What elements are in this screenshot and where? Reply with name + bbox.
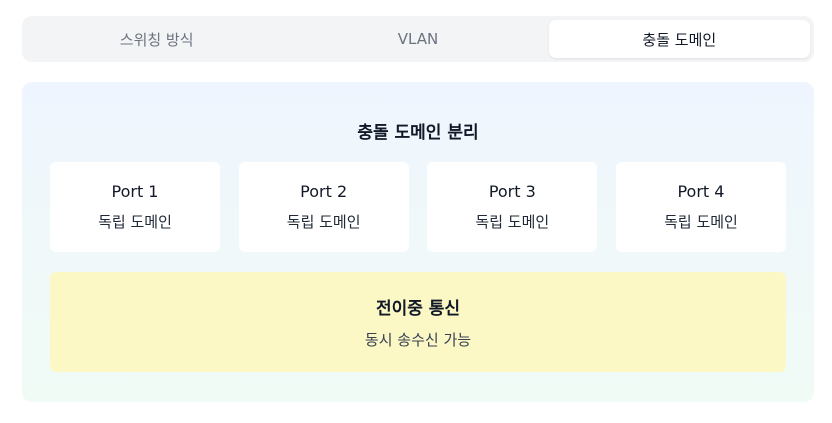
tab-collision-domain[interactable]: 충돌 도메인: [548, 20, 810, 58]
port-name: Port 1: [111, 182, 159, 201]
port-card-3: Port 3 독립 도메인: [427, 162, 598, 252]
port-name: Port 4: [677, 182, 725, 201]
tab-bar: 스위칭 방식 VLAN 충돌 도메인: [22, 16, 814, 62]
port-domain: 독립 도메인: [475, 213, 550, 231]
duplex-title: 전이중 통신: [375, 299, 461, 319]
collision-domain-panel: 충돌 도메인 분리 Port 1 독립 도메인 Port 2 독립 도메인 Po…: [22, 82, 814, 402]
tab-switching-method[interactable]: 스위칭 방식: [26, 20, 287, 58]
port-domain: 독립 도메인: [286, 213, 361, 231]
full-duplex-box: 전이중 통신 동시 송수신 가능: [50, 272, 786, 372]
port-domain: 독립 도메인: [664, 213, 738, 231]
port-card-4: Port 4 독립 도메인: [615, 162, 786, 252]
port-name: Port 2: [300, 182, 348, 201]
tab-vlan[interactable]: VLAN: [287, 20, 548, 58]
port-card-1: Port 1 독립 도메인: [50, 162, 220, 252]
duplex-description: 동시 송수신 가능: [364, 331, 472, 349]
port-name: Port 3: [488, 182, 536, 201]
panel-title: 충돌 도메인 분리: [357, 123, 479, 143]
port-list: Port 1 독립 도메인 Port 2 독립 도메인 Port 3 독립 도메…: [50, 162, 786, 252]
port-card-2: Port 2 독립 도메인: [238, 162, 409, 252]
port-domain: 독립 도메인: [98, 213, 172, 231]
